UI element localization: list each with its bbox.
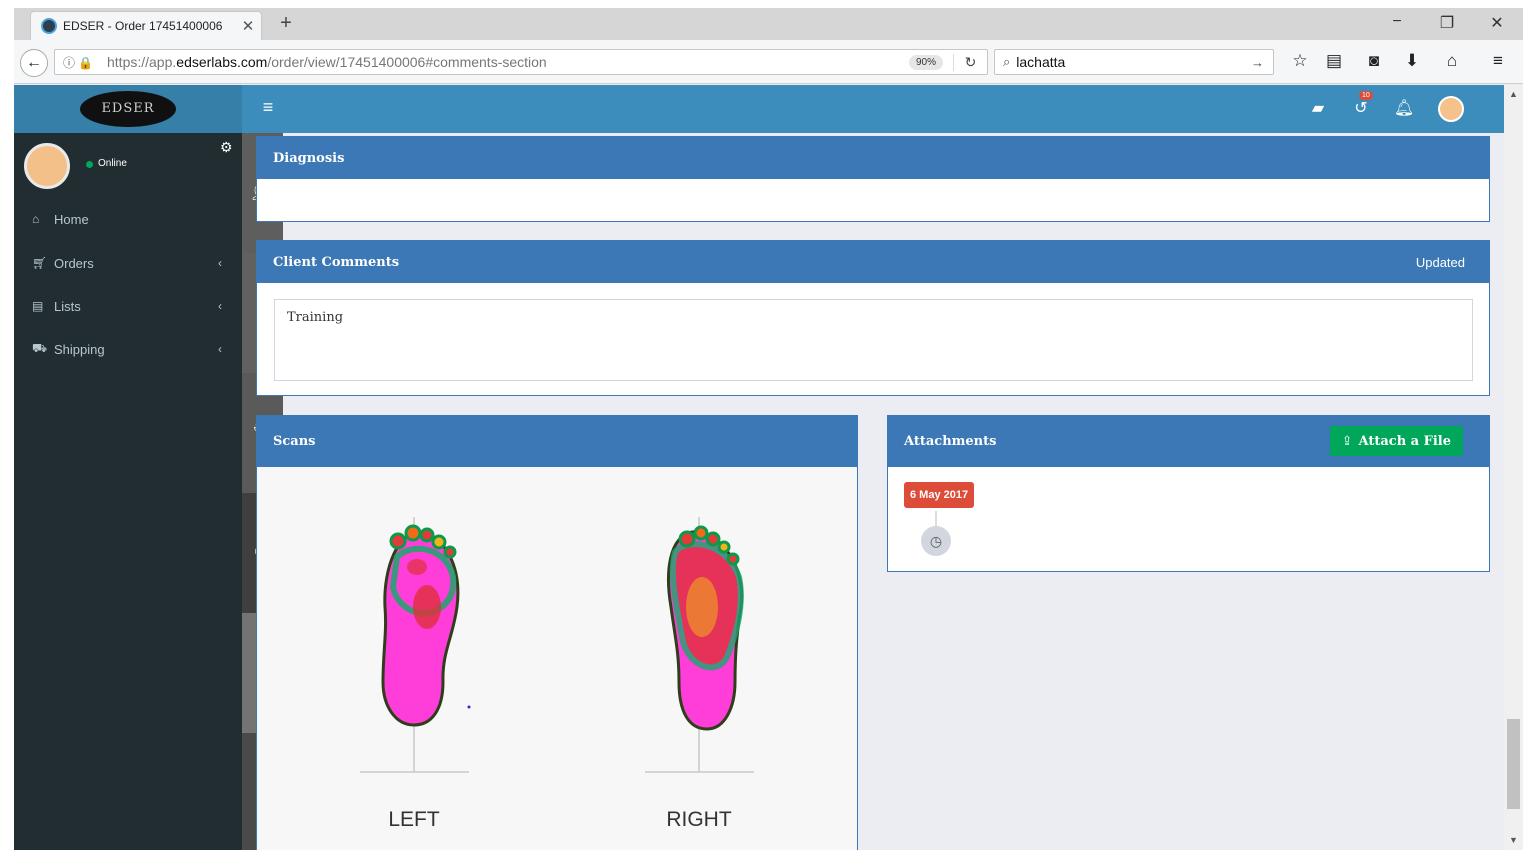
- search-icon: ⌕: [1003, 54, 1011, 69]
- search-input[interactable]: ⌕ lachatta →: [994, 49, 1274, 75]
- page-scrollbar[interactable]: ▲ ▼: [1504, 85, 1523, 850]
- sidebar-toggle-icon[interactable]: ≡: [256, 97, 280, 118]
- truck-icon: ⛟: [32, 341, 48, 355]
- menu-icon[interactable]: ≡: [1484, 51, 1512, 71]
- bell-icon[interactable]: 🔔︎: [1392, 98, 1416, 118]
- client-comments-header: Client Comments Updated: [257, 241, 1489, 283]
- comment-textarea[interactable]: Training: [274, 299, 1473, 381]
- sidebar-item-label: Orders: [54, 255, 94, 271]
- brand-area[interactable]: EDSER: [14, 85, 242, 133]
- panel-title: Client Comments: [273, 254, 400, 270]
- foot-scan-image: [360, 517, 754, 773]
- client-comments-panel: Client Comments Updated Training: [256, 240, 1490, 396]
- scrollbar-thumb[interactable]: [1507, 719, 1520, 809]
- document-icon: ▤: [32, 299, 44, 313]
- chevron-left-icon: ‹: [218, 342, 222, 356]
- download-icon[interactable]: ⬇: [1398, 51, 1426, 71]
- diagnosis-panel: Diagnosis: [256, 136, 1490, 222]
- attach-file-button[interactable]: ⇪ Attach a File: [1329, 426, 1463, 456]
- right-foot-label: RIGHT: [666, 808, 732, 831]
- attachments-panel: Attachments ⇪ Attach a File 6 May 2017 ◷: [887, 415, 1490, 572]
- panel-title: Diagnosis: [273, 150, 345, 166]
- tab-close-icon[interactable]: ✕: [235, 17, 261, 35]
- minimize-icon[interactable]: −: [1382, 13, 1412, 31]
- search-go-icon[interactable]: →: [1251, 55, 1273, 70]
- scans-panel: Scans LEFT RIGHT: [256, 415, 858, 850]
- tab-title: EDSER - Order 17451400006: [63, 19, 223, 33]
- scroll-down-icon[interactable]: ▼: [1504, 835, 1523, 845]
- left-foot-label: LEFT: [388, 808, 440, 831]
- bookmark-star-icon[interactable]: ☆: [1286, 51, 1314, 71]
- chevron-left-icon: ‹: [218, 299, 222, 313]
- browser-tab[interactable]: EDSER - Order 17451400006 ✕: [30, 11, 262, 40]
- restore-icon[interactable]: ❐: [1432, 13, 1462, 33]
- clipboard-icon[interactable]: ▤: [1320, 51, 1348, 71]
- diagnosis-header: Diagnosis: [257, 137, 1489, 179]
- timeline-date-label: 6 May 2017: [904, 482, 975, 508]
- new-tab-button[interactable]: +: [274, 12, 298, 35]
- home-browser-icon[interactable]: ⌂: [1438, 51, 1466, 71]
- sidebar-item-lists[interactable]: ▤ Lists ‹: [14, 288, 242, 324]
- upload-icon: ⇪: [1341, 433, 1353, 449]
- back-button[interactable]: ←: [20, 49, 48, 77]
- scroll-up-icon[interactable]: ▲: [1504, 89, 1523, 99]
- history-icon[interactable]: ↺: [1349, 98, 1373, 118]
- scans-header: Scans: [257, 416, 857, 467]
- user-avatar: [24, 143, 70, 189]
- chevron-left-icon: ‹: [218, 256, 222, 270]
- sidebar-item-shipping[interactable]: ⛟ Shipping ‹: [14, 331, 242, 367]
- right-foot-scan: [667, 525, 744, 731]
- sidebar-item-label: Shipping: [54, 341, 105, 357]
- online-status-icon: [86, 161, 93, 168]
- panel-title: Scans: [273, 434, 316, 449]
- user-avatar-top[interactable]: [1438, 96, 1464, 122]
- attachments-header: Attachments ⇪ Attach a File: [888, 416, 1489, 467]
- attach-file-label: Attach a File: [1358, 433, 1451, 449]
- edser-logo[interactable]: EDSER: [80, 91, 176, 127]
- sidebar-item-label: Lists: [54, 298, 81, 314]
- panel-title: Attachments: [904, 434, 997, 449]
- cart-icon: 🛒︎: [32, 256, 48, 270]
- tab-strip: EDSER - Order 17451400006 ✕ + − ❐ ✕: [14, 8, 1523, 40]
- pocket-icon[interactable]: ◙: [1360, 51, 1388, 71]
- sidebar-item-home[interactable]: ⌂ Home: [14, 201, 242, 237]
- sidebar-item-label: Home: [54, 211, 89, 227]
- clock-icon: ◷: [921, 526, 951, 556]
- close-window-icon[interactable]: ✕: [1482, 13, 1512, 33]
- zoom-indicator[interactable]: 90%: [908, 54, 943, 70]
- reload-icon[interactable]: ↻: [953, 53, 987, 71]
- left-foot-scan: [381, 524, 471, 727]
- sidebar-item-orders[interactable]: 🛒︎ Orders ‹: [14, 245, 242, 281]
- home-icon: ⌂: [32, 212, 40, 226]
- user-status: Online: [98, 158, 127, 169]
- search-query: lachatta: [1016, 54, 1066, 70]
- gear-icon[interactable]: ⚙: [220, 139, 233, 156]
- favicon-icon: [41, 18, 57, 34]
- notification-count-badge: 10: [1359, 91, 1373, 100]
- book-icon[interactable]: ▰: [1306, 98, 1330, 118]
- sidebar: Online ⚙ ⌂ Home 🛒︎ Orders ‹ ▤ Lists ‹ ⛟ …: [14, 133, 242, 850]
- address-bar[interactable]: ⓘ 🔒 https://app.edserlabs.com/order/view…: [54, 49, 988, 75]
- updated-status: Updated: [1415, 254, 1465, 270]
- app-header: EDSER ≡ ▰ ↺ 10 🔔︎: [14, 85, 1504, 133]
- browser-window: EDSER - Order 17451400006 ✕ + − ❐ ✕ ← ⓘ …: [14, 8, 1523, 850]
- site-info-icon[interactable]: ⓘ 🔒: [55, 54, 107, 71]
- navigation-bar: ← ⓘ 🔒 https://app.edserlabs.com/order/vi…: [14, 40, 1523, 84]
- url-text: https://app.edserlabs.com/order/view/174…: [107, 54, 547, 70]
